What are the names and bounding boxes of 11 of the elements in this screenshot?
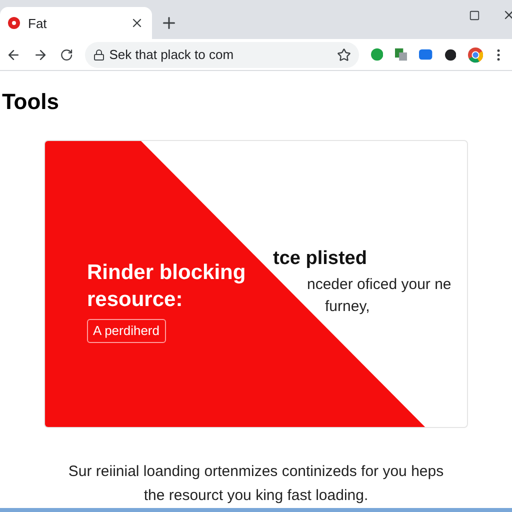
banner-badge: A perdiherd	[87, 319, 166, 343]
card-title: tce plisted	[273, 247, 367, 272]
browser-tab[interactable]: Fat	[0, 7, 152, 40]
url-text: Sek that plack to com	[109, 46, 235, 64]
footer-text: Sur reiinial loanding ortenmizes continizeds for you heps the resourct you king fast loading.	[67, 462, 445, 506]
card-text: nceder oficed your ne	[307, 274, 452, 295]
address-bar[interactable]: Sek that plack to com	[85, 42, 359, 68]
page-heading: Tools	[2, 88, 60, 116]
card-text: furney,	[325, 296, 370, 317]
tab-title: Fat	[28, 14, 48, 33]
banner-title: Rinder blocking resource:	[87, 260, 247, 314]
